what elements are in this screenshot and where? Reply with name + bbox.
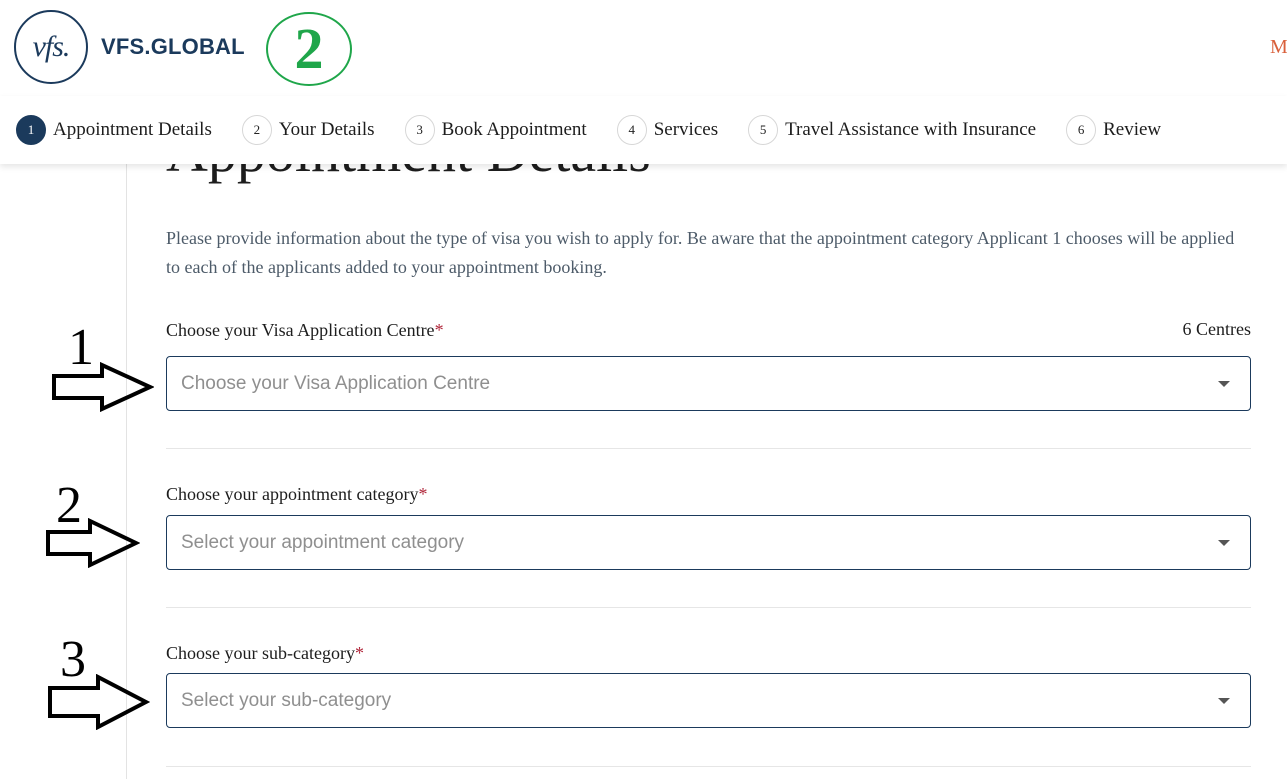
step-label: Your Details (278, 119, 375, 140)
step-label: Review (1103, 119, 1162, 140)
required-mark: * (354, 643, 364, 663)
chevron-down-icon (1218, 540, 1230, 546)
select-placeholder: Select your sub-category (181, 689, 392, 711)
step-review[interactable]: 6 Review (1066, 115, 1161, 145)
select-placeholder: Choose your Visa Application Centre (181, 372, 491, 394)
step-label: Services (653, 119, 719, 140)
sub-category-select[interactable]: Select your sub-category (166, 673, 1251, 728)
step-label: Book Appointment (441, 119, 587, 140)
step-your-details[interactable]: 2 Your Details (241, 115, 375, 145)
select-placeholder: Select your appointment category (181, 531, 465, 553)
logo-text[interactable]: VFS.GLOBAL (101, 34, 245, 60)
visa-centre-select[interactable]: Choose your Visa Application Centre (166, 356, 1251, 411)
chevron-down-icon (1218, 698, 1230, 704)
label-text: Choose your sub-category (166, 643, 355, 663)
step-badge: 2 (266, 12, 352, 86)
step-number: 5 (748, 115, 779, 145)
visa-centre-label: Choose your Visa Application Centre* (166, 320, 444, 341)
right-arrow-icon (52, 362, 154, 412)
step-number: 3 (404, 115, 435, 145)
section-divider (166, 607, 1251, 608)
header-menu-text[interactable]: M (1270, 36, 1287, 59)
step-services[interactable]: 4 Services (616, 115, 719, 145)
step-travel-assistance[interactable]: 5 Travel Assistance with Insurance (748, 115, 1036, 145)
right-arrow-icon (46, 518, 140, 568)
required-mark: * (418, 484, 428, 504)
step-badge-number: 2 (294, 16, 324, 81)
label-text: Choose your Visa Application Centre (166, 320, 435, 340)
step-number: 6 (1066, 115, 1097, 145)
section-divider (166, 766, 1251, 767)
appointment-category-label: Choose your appointment category* (166, 484, 427, 505)
right-arrow-icon (48, 674, 150, 730)
sub-category-label: Choose your sub-category* (166, 643, 364, 664)
progress-stepper: 1 Appointment Details 2 Your Details 3 B… (0, 96, 1287, 164)
step-number: 4 (616, 115, 647, 145)
step-appointment-details[interactable]: 1 Appointment Details (16, 115, 212, 145)
chevron-down-icon (1218, 381, 1230, 387)
step-book-appointment[interactable]: 3 Book Appointment (404, 115, 587, 145)
step-number: 2 (241, 115, 272, 145)
step-label: Appointment Details (53, 119, 212, 140)
required-mark: * (434, 320, 444, 340)
step-number: 1 (16, 115, 46, 145)
step-label: Travel Assistance with Insurance (785, 119, 1037, 140)
label-text: Choose your appointment category (166, 484, 419, 504)
logo-mark: vfs. (32, 30, 71, 63)
section-divider (166, 448, 1251, 449)
centre-count: 6 Centres (1182, 319, 1251, 339)
vfs-logo[interactable]: vfs. (14, 10, 88, 84)
intro-text: Please provide information about the typ… (166, 228, 1235, 277)
site-header: vfs. VFS.GLOBAL 2 M (0, 0, 1287, 96)
appointment-category-select[interactable]: Select your appointment category (166, 515, 1251, 570)
